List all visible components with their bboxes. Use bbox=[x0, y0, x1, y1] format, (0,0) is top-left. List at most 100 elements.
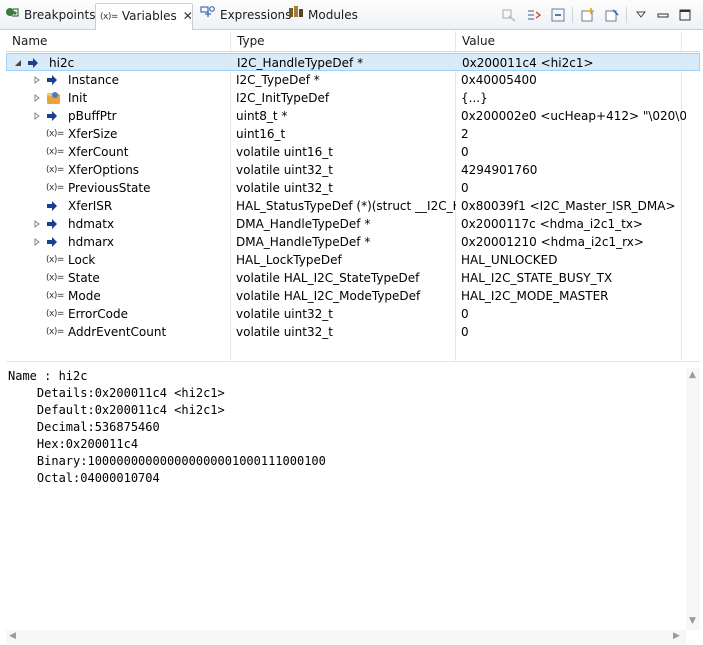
tab-breakpoints[interactable]: Breakpoints bbox=[0, 3, 95, 27]
details-pane[interactable]: Name : hi2c Details:0x200011c4 <hi2c1> D… bbox=[6, 368, 686, 628]
variable-name: AddrEventCount bbox=[68, 325, 167, 339]
details-format-line: Decimal:536875460 bbox=[8, 420, 160, 434]
variable-value[interactable]: 0 bbox=[461, 179, 686, 197]
variable-value[interactable]: 0x2000117c <hdma_i2c1_tx> bbox=[461, 215, 686, 233]
collapsed-triangle-icon[interactable] bbox=[32, 233, 42, 251]
table-row[interactable]: (x)= Mode volatile HAL_I2C_ModeTypeDef HAL_… bbox=[6, 287, 700, 305]
variable-type: uint8_t * bbox=[236, 109, 288, 123]
column-header-value[interactable]: Value bbox=[456, 31, 681, 51]
horizontal-scrollbar[interactable]: ◀ ▶ bbox=[6, 630, 686, 644]
table-row[interactable]: (x)= AddrEventCount volatile uint32_t 0 bbox=[6, 323, 700, 341]
pointer-arrow-icon bbox=[46, 107, 58, 125]
maximize-icon[interactable] bbox=[677, 7, 693, 23]
variable-value[interactable]: 0 bbox=[461, 323, 686, 341]
scroll-left-icon[interactable]: ◀ bbox=[9, 631, 16, 641]
table-row[interactable]: (x)= XferSize uint16_t 2 bbox=[6, 125, 700, 143]
pointer-arrow-icon bbox=[46, 215, 58, 233]
add-global-variables-icon[interactable] bbox=[580, 7, 596, 23]
variable-type: volatile HAL_I2C_ModeTypeDef bbox=[236, 289, 421, 303]
struct-icon bbox=[46, 89, 62, 107]
pointer-arrow-icon bbox=[46, 197, 58, 215]
variable-name: PreviousState bbox=[68, 181, 151, 195]
vertical-scrollbar[interactable]: ▲ ▼ bbox=[686, 368, 700, 630]
table-row[interactable]: (x)= PreviousState volatile uint32_t 0 bbox=[6, 179, 700, 197]
table-row[interactable]: pBuffPtr uint8_t * 0x200002e0 <ucHeap+412>… bbox=[6, 107, 700, 125]
show-type-names-icon[interactable] bbox=[501, 7, 517, 23]
variable-value[interactable]: 0x40005400 bbox=[461, 71, 686, 89]
variable-value[interactable]: HAL_I2C_STATE_BUSY_TX bbox=[461, 269, 686, 287]
variable-type: volatile uint32_t bbox=[236, 181, 333, 195]
variable-type: DMA_HandleTypeDef * bbox=[236, 217, 371, 231]
variable-value[interactable]: {...} bbox=[461, 89, 686, 107]
variable-value[interactable]: 4294901760 bbox=[461, 161, 686, 179]
variable-name: hdmatx bbox=[68, 217, 115, 231]
variable-value[interactable]: 0x80039f1 <I2C_Master_ISR_DMA> bbox=[461, 197, 686, 215]
tab-variables-label: Variables bbox=[121, 9, 177, 23]
close-icon[interactable]: ✕ bbox=[183, 4, 193, 28]
table-row[interactable]: hdmarx DMA_HandleTypeDef * 0x20001210 <hdm… bbox=[6, 233, 700, 251]
variable-name: Lock bbox=[68, 253, 96, 267]
breakpoint-icon bbox=[4, 4, 20, 28]
scroll-up-icon[interactable]: ▲ bbox=[689, 370, 696, 380]
table-row[interactable]: (x)= ErrorCode volatile uint32_t 0 bbox=[6, 305, 700, 323]
show-logical-structure-icon[interactable] bbox=[526, 7, 542, 23]
variable-value[interactable]: 0 bbox=[461, 143, 686, 161]
table-row[interactable]: Instance I2C_TypeDef * 0x40005400 bbox=[6, 71, 700, 89]
collapsed-triangle-icon[interactable] bbox=[32, 215, 42, 233]
variable-name: XferOptions bbox=[68, 163, 140, 177]
view-menu-chevron-down-icon[interactable] bbox=[633, 7, 649, 23]
variable-name: Init bbox=[68, 91, 88, 105]
variable-type: volatile uint32_t bbox=[236, 325, 333, 339]
remove-global-variables-icon[interactable] bbox=[604, 7, 620, 23]
variable-name: XferCount bbox=[68, 145, 129, 159]
tab-modules-label: Modules bbox=[308, 8, 358, 22]
column-header-name[interactable]: Name bbox=[6, 31, 230, 51]
variables-tree-table: Name Type Value hi2c I2C_HandleTypeDef * 0… bbox=[6, 31, 700, 362]
scroll-right-icon[interactable]: ▶ bbox=[673, 631, 680, 641]
table-row[interactable]: hi2c I2C_HandleTypeDef * 0x200011c4 <hi2c1… bbox=[6, 53, 700, 71]
column-header-type[interactable]: Type bbox=[231, 31, 455, 51]
view-tab-bar: Breakpoints (x)= Variables ✕ Expressions M… bbox=[0, 0, 703, 30]
collapsed-triangle-icon[interactable] bbox=[32, 107, 42, 125]
table-row[interactable]: hdmatx DMA_HandleTypeDef * 0x2000117c <hdm… bbox=[6, 215, 700, 233]
minimize-icon[interactable] bbox=[655, 7, 671, 23]
details-format-line: Details:0x200011c4 <hi2c1> bbox=[8, 386, 225, 400]
table-row[interactable]: (x)= XferCount volatile uint16_t 0 bbox=[6, 143, 700, 161]
variable-value[interactable]: 0x200011c4 <hi2c1> bbox=[462, 54, 687, 72]
table-row[interactable]: XferISR HAL_StatusTypeDef (*)(struct __I2… bbox=[6, 197, 700, 215]
variable-type: HAL_LockTypeDef bbox=[236, 253, 342, 267]
variable-name: hi2c bbox=[49, 56, 75, 70]
collapsed-triangle-icon[interactable] bbox=[32, 89, 42, 107]
variable-type: I2C_HandleTypeDef * bbox=[237, 56, 364, 70]
scroll-down-icon[interactable]: ▼ bbox=[689, 616, 696, 626]
variable-value[interactable]: HAL_I2C_MODE_MASTER bbox=[461, 287, 686, 305]
variable-icon: (x)= bbox=[46, 255, 64, 265]
variable-type: I2C_InitTypeDef bbox=[236, 91, 330, 105]
table-row[interactable]: (x)= Lock HAL_LockTypeDef HAL_UNLOCKED bbox=[6, 251, 700, 269]
variable-icon: (x)= bbox=[46, 273, 64, 283]
variable-icon: (x)= bbox=[46, 309, 64, 319]
variable-icon: (x)= bbox=[46, 147, 64, 157]
variable-value[interactable]: 2 bbox=[461, 125, 686, 143]
toolbar-separator bbox=[572, 7, 573, 23]
variable-type: DMA_HandleTypeDef * bbox=[236, 235, 371, 249]
tab-modules[interactable]: Modules bbox=[284, 3, 358, 27]
collapsed-triangle-icon[interactable] bbox=[32, 71, 42, 89]
variable-name: XferSize bbox=[68, 127, 118, 141]
variable-value[interactable]: 0 bbox=[461, 305, 686, 323]
variable-type: volatile uint32_t bbox=[236, 307, 333, 321]
collapse-all-icon[interactable] bbox=[550, 7, 566, 23]
table-row[interactable]: Init I2C_InitTypeDef {...} bbox=[6, 89, 700, 107]
expanded-triangle-icon[interactable] bbox=[13, 54, 23, 72]
variable-value[interactable]: HAL_UNLOCKED bbox=[461, 251, 686, 269]
pointer-arrow-icon bbox=[46, 233, 58, 251]
tab-expressions[interactable]: Expressions bbox=[196, 3, 291, 27]
variable-type: uint16_t bbox=[236, 127, 286, 141]
variable-value[interactable]: 0x20001210 <hdma_i2c1_rx> bbox=[461, 233, 686, 251]
tab-variables[interactable]: (x)= Variables ✕ bbox=[95, 3, 193, 30]
variable-value[interactable]: 0x200002e0 <ucHeap+412> "\020\001" bbox=[461, 107, 686, 125]
details-format-line: Octal:04000010704 bbox=[8, 471, 160, 485]
expressions-icon bbox=[200, 4, 216, 28]
table-row[interactable]: (x)= XferOptions volatile uint32_t 42949017… bbox=[6, 161, 700, 179]
table-row[interactable]: (x)= State volatile HAL_I2C_StateTypeDef HA… bbox=[6, 269, 700, 287]
